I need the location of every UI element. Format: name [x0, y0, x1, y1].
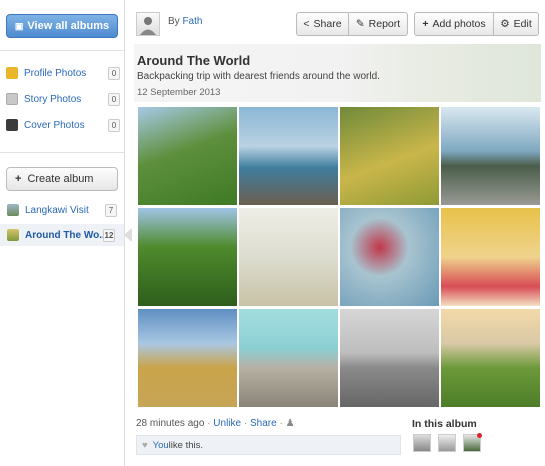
story-photos-icon — [6, 93, 18, 105]
album-item-langkawi[interactable]: Langkawi Visit 7 — [0, 199, 124, 221]
photo-mossy-rock[interactable] — [340, 107, 439, 205]
count-badge: 12 — [103, 228, 115, 242]
liker-link[interactable]: You — [153, 440, 169, 451]
privacy-icon[interactable]: ♟ — [286, 418, 295, 429]
photo-field-feet[interactable] — [138, 309, 237, 407]
divider — [0, 152, 124, 153]
photo-fortress[interactable] — [239, 309, 338, 407]
count-badge: 0 — [108, 118, 120, 132]
plus-icon: + — [422, 18, 429, 30]
sidebar-item-cover-photos[interactable]: Cover Photos 0 — [6, 116, 120, 134]
sidebar: ▣ View all albums Profile Photos 0 Story… — [0, 0, 132, 466]
count-badge: 0 — [108, 66, 120, 80]
author-line: By Fath — [168, 16, 203, 27]
heart-icon: ♥ — [142, 439, 148, 451]
avatar[interactable] — [136, 12, 160, 36]
member-avatar[interactable] — [438, 434, 456, 452]
unlike-link[interactable]: Unlike — [213, 418, 241, 429]
photo-shell[interactable] — [340, 309, 439, 407]
report-icon: ✎ — [355, 18, 365, 30]
sidebar-item-story-photos[interactable]: Story Photos 0 — [6, 90, 120, 108]
like-summary: ♥ You like this. — [136, 435, 401, 455]
photo-forest[interactable] — [138, 208, 237, 306]
album-title: Around The World — [137, 53, 251, 68]
share-link[interactable]: Share — [250, 418, 277, 429]
gear-icon: ⚙ — [500, 18, 510, 30]
user-icon — [140, 17, 156, 35]
add-photos-button[interactable]: + Add photos — [414, 12, 494, 36]
in-this-album-heading: In this album — [412, 418, 477, 430]
create-album-button[interactable]: + Create album — [6, 167, 118, 191]
edit-button[interactable]: ⚙ Edit — [493, 12, 539, 36]
photo-foggy-beach[interactable] — [239, 208, 338, 306]
post-meta: 28 minutes ago · Unlike · Share · ♟ — [136, 418, 295, 429]
count-badge: 7 — [105, 203, 117, 217]
album-thumbnail — [7, 204, 19, 216]
photo-berries[interactable] — [441, 208, 540, 306]
status-dot-icon — [477, 433, 482, 438]
profile-photos-icon — [6, 67, 18, 79]
count-badge: 0 — [108, 92, 120, 106]
view-all-albums-button[interactable]: ▣ View all albums — [6, 14, 118, 38]
photo-grass[interactable] — [138, 107, 237, 205]
photo-coast[interactable] — [441, 107, 540, 205]
album-date: 12 September 2013 — [137, 87, 221, 98]
album-item-around-the-world[interactable]: Around The Wo... 12 — [0, 224, 132, 246]
photo-pink-flowers[interactable] — [340, 208, 439, 306]
share-button[interactable]: < Share — [296, 12, 349, 36]
sidebar-item-profile-photos[interactable]: Profile Photos 0 — [6, 64, 120, 82]
share-icon: < — [303, 18, 310, 30]
album-description: Backpacking trip with dearest friends ar… — [137, 71, 380, 82]
photo-beach-rocks[interactable] — [239, 107, 338, 205]
member-avatar[interactable] — [413, 434, 431, 452]
photo-green-hills[interactable] — [441, 309, 540, 407]
author-link[interactable]: Fath — [182, 16, 202, 27]
divider — [0, 50, 124, 51]
album-icon: ▣ — [14, 20, 24, 31]
report-button[interactable]: ✎ Report — [348, 12, 408, 36]
album-thumbnail — [7, 229, 19, 241]
member-avatar[interactable] — [463, 433, 482, 452]
main-content: By Fath < Share ✎ Report + Add photos ⚙ … — [126, 0, 545, 466]
plus-icon: + — [15, 173, 22, 185]
cover-photos-icon — [6, 119, 18, 131]
